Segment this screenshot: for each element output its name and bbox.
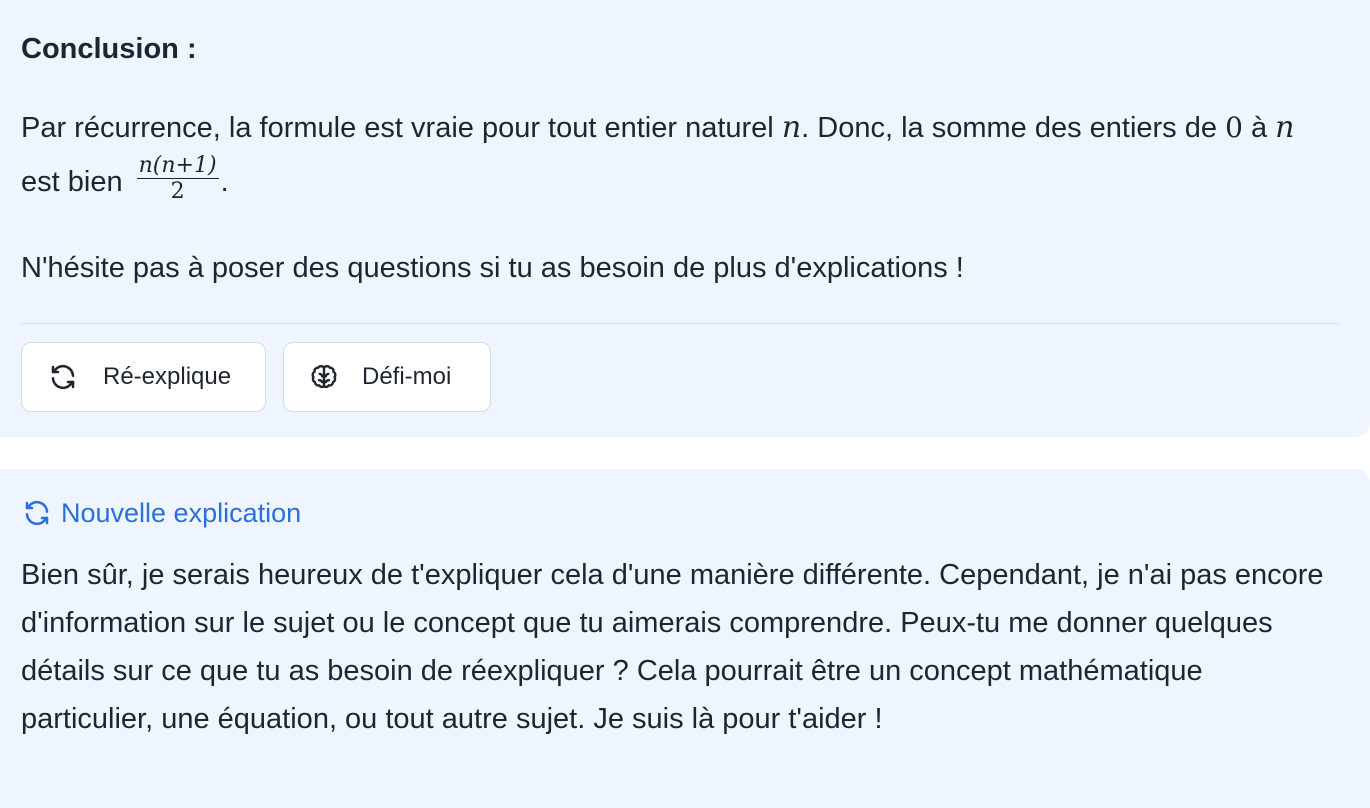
new-explanation-body: Bien sûr, je serais heureux de t'expliqu… <box>21 559 1324 735</box>
math-number-zero: 0 <box>1225 111 1243 144</box>
text-segment: Par récurrence, la formule est vraie pou… <box>21 112 782 144</box>
brain-icon <box>308 361 340 393</box>
divider <box>21 323 1339 324</box>
new-explanation-tag[interactable]: Nouvelle explication <box>21 495 301 531</box>
challenge-me-button[interactable]: Défi-moi <box>283 342 491 412</box>
new-explanation-label: Nouvelle explication <box>61 498 302 528</box>
text-segment: . Donc, la somme des entiers de <box>801 112 1226 144</box>
fraction-numerator: n(n+1) <box>136 152 219 179</box>
refresh-icon <box>47 361 79 393</box>
math-fraction: n(n+1) 2 <box>136 152 219 205</box>
reexplain-button-label: Ré-explique <box>103 363 232 390</box>
conclusion-paragraph: Par récurrence, la formule est vraie pou… <box>21 101 1341 209</box>
followup-paragraph: N'hésite pas à poser des questions si tu… <box>21 252 964 284</box>
math-variable-n: n <box>1275 110 1295 145</box>
assistant-message-card: Conclusion : Par récurrence, la formule … <box>0 0 1370 437</box>
conclusion-heading: Conclusion : <box>21 33 197 65</box>
refresh-icon <box>21 497 53 529</box>
text-segment: à <box>1242 112 1276 144</box>
text-segment: . <box>220 166 229 198</box>
math-variable-n: n <box>781 110 802 145</box>
text-segment: est bien <box>21 166 131 198</box>
reexplain-button[interactable]: Ré-explique <box>21 342 266 412</box>
challenge-me-button-label: Défi-moi <box>362 363 452 390</box>
fraction-denominator: 2 <box>170 178 185 204</box>
